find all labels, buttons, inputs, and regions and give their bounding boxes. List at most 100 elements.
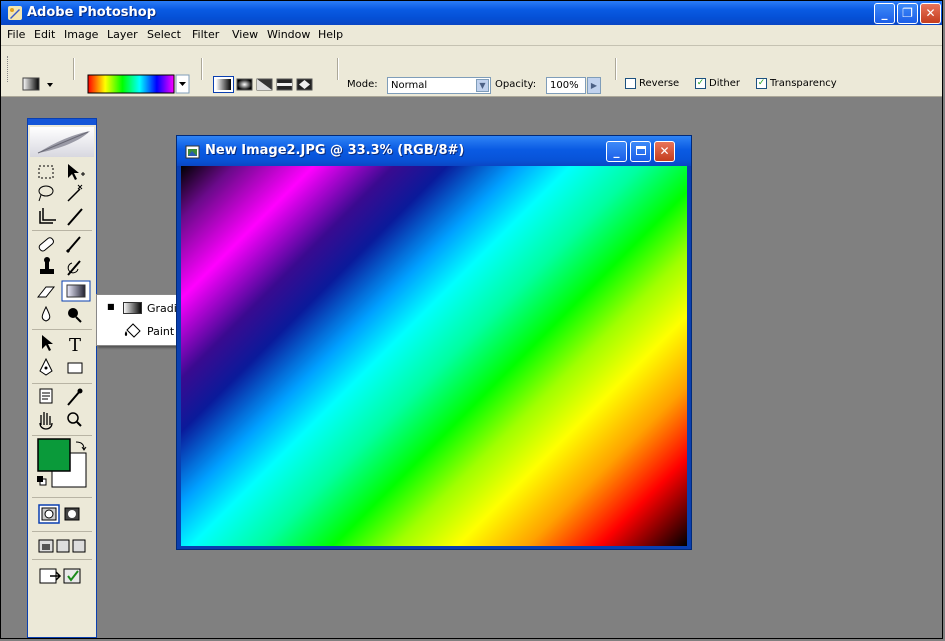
doc-close-button[interactable]: ✕ [654, 141, 675, 162]
gradient-type-buttons [213, 76, 329, 94]
toolbox: T [27, 118, 97, 638]
gradient-tool-icon [123, 302, 142, 314]
adobe-feather-logo[interactable] [30, 127, 94, 157]
lasso-icon[interactable] [38, 185, 54, 202]
options-separator [73, 58, 75, 80]
close-button[interactable]: ✕ [920, 3, 941, 24]
app-title: Adobe Photoshop [27, 5, 157, 20]
menu-filter[interactable]: Filter [192, 28, 219, 41]
image-canvas[interactable] [181, 166, 687, 546]
toolbox-separator [32, 383, 92, 384]
doc-maximize-button[interactable] [630, 141, 651, 162]
transparency-label: Transparency [770, 78, 837, 89]
toolbox-separator [32, 230, 92, 231]
paint-bucket-icon [124, 323, 141, 338]
photoshop-app-icon [8, 6, 22, 20]
type-icon[interactable]: T [69, 335, 81, 356]
gradient-swatch-icon [87, 74, 190, 94]
toolbox-title-bar[interactable] [28, 119, 96, 125]
tool-preset-picker[interactable] [21, 74, 61, 94]
history-brush-icon[interactable] [67, 260, 81, 276]
jump-to-imageready-icon[interactable] [39, 568, 81, 584]
quick-mask-icon[interactable] [64, 507, 80, 521]
toolbox-separator [32, 435, 92, 436]
opacity-slider-arrow-icon[interactable]: ▶ [587, 77, 601, 94]
gradient-icon[interactable] [61, 280, 91, 302]
dodge-icon[interactable] [68, 308, 82, 323]
standard-mode-icon[interactable] [38, 504, 60, 524]
healing-brush-icon[interactable] [38, 237, 55, 253]
slice-icon[interactable] [67, 208, 83, 226]
diamond-gradient-icon[interactable] [296, 78, 313, 91]
mode-select[interactable]: Normal ▼ [387, 77, 491, 94]
linear-gradient-icon[interactable] [213, 76, 234, 93]
mode-value: Normal [391, 80, 428, 91]
maximize-icon [635, 146, 646, 155]
active-tool-marker: ■ [107, 302, 115, 311]
blur-icon[interactable] [41, 305, 51, 322]
svg-text:T: T [69, 335, 81, 356]
standard-screen-mode-icon[interactable] [38, 539, 54, 553]
options-bar: Mode: Normal ▼ Opacity: 100% ▶ Reverse ✓… [1, 46, 942, 97]
path-select-icon[interactable] [42, 335, 53, 351]
opacity-label: Opacity: [495, 79, 537, 90]
eyedropper-icon[interactable] [67, 388, 83, 406]
menu-window[interactable]: Window [267, 28, 310, 41]
document-icon [185, 145, 200, 159]
menu-layer[interactable]: Layer [107, 28, 138, 41]
foreground-color-swatch[interactable] [37, 438, 71, 472]
notes-icon[interactable] [39, 388, 53, 404]
document-title-bar[interactable]: New Image2.JPG @ 33.3% (RGB/8#) _ ✕ [177, 136, 691, 166]
radial-gradient-icon[interactable] [236, 78, 253, 91]
rect-marquee-icon[interactable] [38, 165, 54, 179]
move-icon[interactable] [68, 164, 85, 180]
document-title: New Image2.JPG @ 33.3% (RGB/8#) [205, 143, 465, 158]
menu-file[interactable]: File [7, 28, 25, 41]
opacity-value: 100% [550, 80, 579, 91]
shape-icon[interactable] [67, 362, 83, 374]
doc-minimize-button[interactable]: _ [606, 141, 627, 162]
menu-bar: File Edit Image Layer Select Filter View… [1, 25, 942, 46]
options-separator [337, 58, 339, 80]
photoshop-window: Adobe Photoshop _ ❐ ✕ File Edit Image La… [0, 0, 943, 639]
menu-view[interactable]: View [232, 28, 258, 41]
crop-icon[interactable] [39, 208, 56, 224]
swap-colors-icon[interactable] [75, 441, 87, 451]
mode-label: Mode: [347, 79, 378, 90]
restore-button[interactable]: ❐ [897, 3, 918, 24]
toolbox-tools: T [32, 164, 92, 584]
opacity-input[interactable]: 100% [546, 77, 586, 94]
reverse-label: Reverse [639, 78, 680, 89]
reverse-checkbox[interactable] [625, 78, 636, 89]
menu-help[interactable]: Help [318, 28, 343, 41]
menu-select[interactable]: Select [147, 28, 181, 41]
magic-wand-icon[interactable] [67, 184, 83, 202]
transparency-checkbox[interactable]: ✓ [756, 78, 767, 89]
full-screen-mode-icon[interactable] [72, 539, 86, 553]
gradient-picker[interactable] [87, 74, 191, 94]
minimize-button[interactable]: _ [874, 3, 895, 24]
reflected-gradient-icon[interactable] [276, 78, 293, 91]
toolbox-separator [32, 559, 92, 560]
brush-icon[interactable] [65, 236, 81, 254]
toolbox-separator [32, 531, 92, 532]
clone-stamp-icon[interactable] [40, 257, 54, 274]
title-bar[interactable]: Adobe Photoshop _ ❐ ✕ [1, 1, 942, 25]
menu-image[interactable]: Image [64, 28, 98, 41]
gradient-preset-icon [22, 77, 53, 91]
dither-label: Dither [709, 78, 741, 89]
angle-gradient-icon[interactable] [256, 78, 273, 91]
pen-icon[interactable] [39, 357, 53, 376]
zoom-icon[interactable] [67, 412, 82, 427]
document-window: New Image2.JPG @ 33.3% (RGB/8#) _ ✕ [176, 135, 692, 550]
hand-icon[interactable] [39, 412, 53, 430]
full-screen-menu-mode-icon[interactable] [56, 539, 70, 553]
dither-checkbox[interactable]: ✓ [695, 78, 706, 89]
menu-edit[interactable]: Edit [34, 28, 55, 41]
default-colors-icon[interactable] [37, 476, 47, 486]
eraser-icon[interactable] [36, 286, 56, 298]
options-separator [615, 58, 617, 80]
options-separator [201, 58, 203, 80]
chevron-down-icon: ▼ [476, 79, 489, 92]
options-bar-grip[interactable] [7, 56, 10, 82]
